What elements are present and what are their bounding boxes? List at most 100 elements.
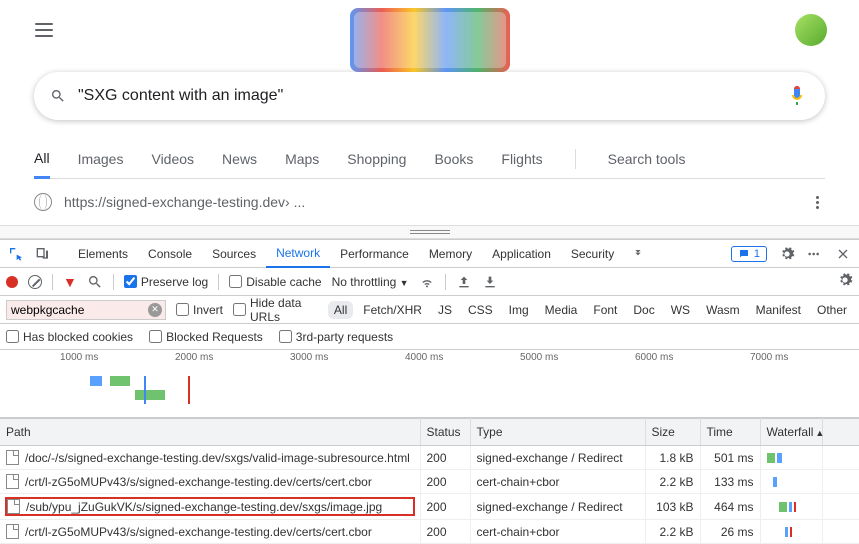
result-url-suffix: › ... <box>285 194 305 210</box>
timeline-tick: 3000 ms <box>290 352 328 363</box>
type-manifest[interactable]: Manifest <box>750 301 807 319</box>
table-row[interactable]: /crt/l-zG5oMUPv43/s/signed-exchange-test… <box>0 470 859 494</box>
search-input[interactable] <box>78 87 785 105</box>
search-tabs: All Images Videos News Maps Shopping Books Flig… <box>34 140 825 179</box>
type-font[interactable]: Font <box>587 301 623 319</box>
type-fetch-xhr[interactable]: Fetch/XHR <box>357 301 428 319</box>
tab-books[interactable]: Books <box>434 141 473 177</box>
tab-shopping[interactable]: Shopping <box>347 141 406 177</box>
invert-checkbox[interactable]: Invert <box>176 303 223 317</box>
close-devtools-icon[interactable] <box>835 246 851 262</box>
timeline-overview[interactable]: 1000 ms 2000 ms 3000 ms 4000 ms 5000 ms 6000 … <box>0 350 859 418</box>
user-avatar[interactable] <box>795 14 827 46</box>
tab-videos[interactable]: Videos <box>151 141 194 177</box>
table-row[interactable]: /doc/-/s/signed-exchange-testing.dev/sxg… <box>0 446 859 470</box>
globe-icon <box>34 193 52 211</box>
panel-memory[interactable]: Memory <box>419 240 482 268</box>
col-waterfall[interactable]: Waterfall▲ <box>760 419 822 446</box>
type-media[interactable]: Media <box>539 301 584 319</box>
inspect-icon[interactable] <box>8 246 24 262</box>
type-other[interactable]: Other <box>811 301 853 319</box>
table-row[interactable]: /sub/ypu_jZuGukVK/s/signed-exchange-test… <box>0 494 859 520</box>
timeline-tick: 6000 ms <box>635 352 673 363</box>
filter-toggle-icon[interactable]: ▼ <box>63 274 77 290</box>
timeline-tick: 5000 ms <box>520 352 558 363</box>
tab-all[interactable]: All <box>34 140 50 179</box>
filter-bar: ✕ Invert Hide data URLs AllFetch/XHRJSCS… <box>0 296 859 324</box>
search-icon <box>50 88 66 104</box>
devtools-resize-handle[interactable] <box>0 225 859 239</box>
panel-application[interactable]: Application <box>482 240 561 268</box>
tab-images[interactable]: Images <box>78 141 124 177</box>
col-status[interactable]: Status <box>420 419 470 446</box>
settings-icon[interactable] <box>779 246 795 262</box>
devtools-tabs: ElementsConsoleSourcesNetworkPerformance… <box>0 240 859 268</box>
download-har-icon[interactable] <box>482 274 498 290</box>
network-table: Path Status Type Size Time Waterfall▲ /d… <box>0 418 859 544</box>
type-ws[interactable]: WS <box>665 301 696 319</box>
filter-input[interactable] <box>6 300 166 320</box>
col-time[interactable]: Time <box>700 419 760 446</box>
blocked-cookies-checkbox[interactable]: Has blocked cookies <box>6 330 133 344</box>
request-path: /doc/-/s/signed-exchange-testing.dev/sxg… <box>25 451 410 465</box>
type-all[interactable]: All <box>328 301 353 319</box>
panel-security[interactable]: Security <box>561 240 624 268</box>
clear-button[interactable] <box>28 275 42 289</box>
upload-har-icon[interactable] <box>456 274 472 290</box>
google-search-page: All Images Videos News Maps Shopping Books Flig… <box>0 0 859 225</box>
devtools-panel: ElementsConsoleSourcesNetworkPerformance… <box>0 239 859 544</box>
throttling-select[interactable]: No throttling ▼ <box>332 275 409 289</box>
timeline-tick: 7000 ms <box>750 352 788 363</box>
type-css[interactable]: CSS <box>462 301 499 319</box>
top-bar <box>20 0 839 60</box>
file-icon <box>7 499 20 514</box>
type-doc[interactable]: Doc <box>627 301 660 319</box>
tab-maps[interactable]: Maps <box>285 141 319 177</box>
blocked-requests-checkbox[interactable]: Blocked Requests <box>149 330 263 344</box>
panel-network[interactable]: Network <box>266 240 330 268</box>
tab-flights[interactable]: Flights <box>501 141 542 177</box>
record-button[interactable] <box>6 276 18 288</box>
col-type[interactable]: Type <box>470 419 645 446</box>
disable-cache-checkbox[interactable]: Disable cache <box>229 275 321 289</box>
preserve-log-checkbox[interactable]: Preserve log <box>124 275 208 289</box>
panel-console[interactable]: Console <box>138 240 202 268</box>
waterfall-bar <box>785 525 816 539</box>
tab-news[interactable]: News <box>222 141 257 177</box>
search-result[interactable]: https://signed-exchange-testing.dev › ..… <box>20 179 839 225</box>
network-settings-icon[interactable] <box>837 272 853 288</box>
dock-menu-icon[interactable] <box>807 246 823 262</box>
issues-badge[interactable]: 1 <box>731 246 767 262</box>
panel-elements[interactable]: Elements <box>68 240 138 268</box>
network-conditions-icon[interactable] <box>419 274 435 290</box>
filter-bar-2: Has blocked cookies Blocked Requests 3rd… <box>0 324 859 350</box>
third-party-checkbox[interactable]: 3rd-party requests <box>279 330 393 344</box>
menu-button[interactable] <box>20 6 68 54</box>
panel-sources[interactable]: Sources <box>202 240 266 268</box>
search-requests-icon[interactable] <box>87 274 103 290</box>
col-size[interactable]: Size <box>645 419 700 446</box>
search-tools[interactable]: Search tools <box>608 141 686 177</box>
google-doodle[interactable] <box>350 8 510 72</box>
col-path[interactable]: Path <box>0 419 420 446</box>
more-tabs-icon[interactable] <box>630 246 646 262</box>
more-options-icon[interactable] <box>809 196 825 209</box>
result-url: https://signed-exchange-testing.dev <box>64 194 285 210</box>
network-toolbar: ▼ Preserve log Disable cache No throttli… <box>0 268 859 296</box>
table-row[interactable]: /crt/l-zG5oMUPv43/s/signed-exchange-test… <box>0 520 859 544</box>
mic-icon[interactable] <box>785 84 809 108</box>
type-js[interactable]: JS <box>432 301 458 319</box>
device-toggle-icon[interactable] <box>34 246 50 262</box>
type-wasm[interactable]: Wasm <box>700 301 746 319</box>
chat-icon <box>738 248 750 260</box>
hamburger-icon <box>35 23 53 37</box>
timeline-tick: 4000 ms <box>405 352 443 363</box>
hide-data-urls-checkbox[interactable]: Hide data URLs <box>233 296 318 324</box>
waterfall-bar <box>779 500 816 514</box>
type-img[interactable]: Img <box>503 301 535 319</box>
search-bar[interactable] <box>34 72 825 120</box>
clear-filter-icon[interactable]: ✕ <box>148 303 162 317</box>
timeline-tick: 2000 ms <box>175 352 213 363</box>
panel-performance[interactable]: Performance <box>330 240 419 268</box>
timeline-tick: 1000 ms <box>60 352 98 363</box>
